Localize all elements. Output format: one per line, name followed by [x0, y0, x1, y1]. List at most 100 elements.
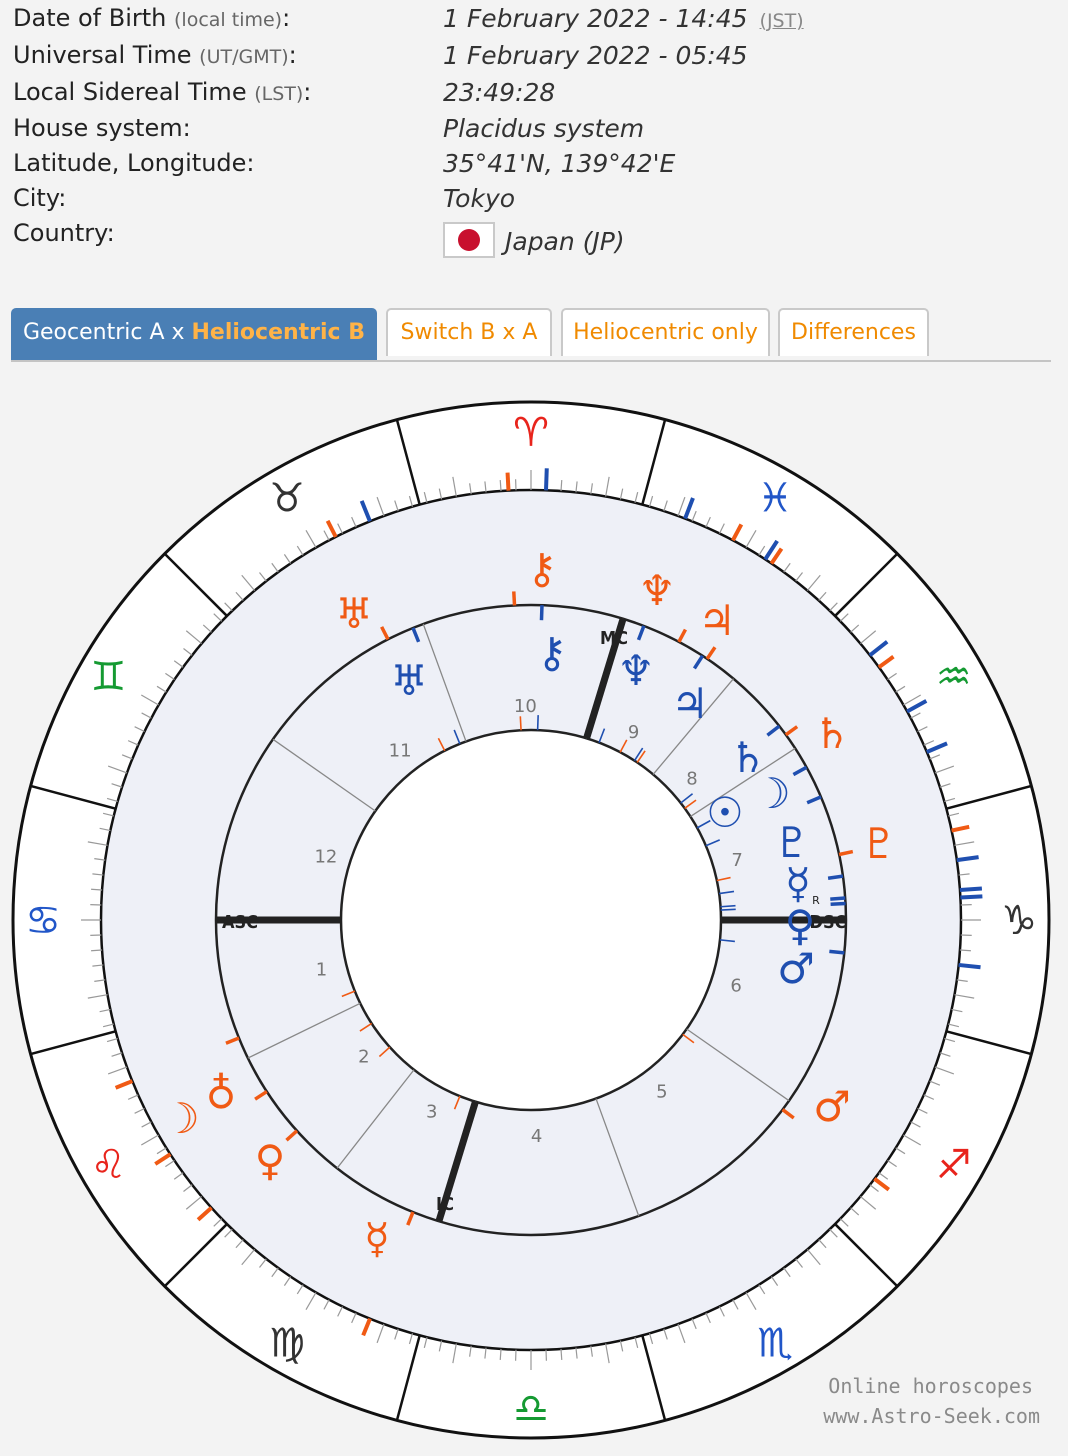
geo-jupiter-icon: ♃	[671, 679, 709, 728]
helio-uranus-icon: ♅	[335, 589, 373, 638]
house-number: 8	[686, 769, 697, 790]
timezone-link[interactable]: (JST)	[760, 10, 804, 32]
tab-switch[interactable]: Switch B x A	[386, 308, 552, 356]
ut-label: Universal Time	[13, 41, 192, 69]
geo-ring-tick	[539, 605, 544, 621]
house-number: 7	[731, 850, 742, 871]
geo-zodiac-tick	[959, 886, 983, 892]
house-number: 12	[314, 846, 337, 867]
geo-ring-tick	[830, 901, 846, 907]
watermark-line1: Online horoscopes	[828, 1374, 1033, 1398]
tab-heliocentric-only[interactable]: Heliocentric only	[561, 308, 770, 356]
latlon-label: Latitude, Longitude:	[13, 149, 255, 177]
house-number: 10	[514, 696, 537, 717]
geo-inner-tick	[536, 715, 539, 731]
geo-inner-tick	[720, 904, 736, 908]
helio-chiron-icon: ⚷	[527, 544, 558, 593]
city-row: City: Tokyo	[13, 184, 1053, 218]
chart-tabs: Geocentric A x Heliocentric B Switch B x…	[11, 308, 1051, 362]
geo-ring-tick	[829, 949, 845, 955]
asc-label: ASC	[222, 912, 258, 933]
dob-row: Date of Birth (local time): 1 February 2…	[13, 4, 804, 33]
lst-value: 23:49:28	[443, 78, 556, 107]
country-label: Country:	[13, 219, 115, 247]
geo-uranus-icon: ♅	[390, 656, 428, 705]
geo-zodiac-tick	[544, 468, 549, 491]
japan-flag-icon	[443, 222, 495, 258]
degree-tick	[560, 480, 563, 492]
helio-inner-tick	[519, 716, 522, 731]
helio-earth-icon: ♁	[206, 1069, 237, 1118]
house-number: 6	[730, 976, 741, 997]
sign-glyph: ♓	[757, 475, 793, 521]
lst-label: Local Sidereal Time	[13, 78, 247, 106]
sign-glyph: ♌	[90, 1142, 126, 1188]
geo-neptune-icon: ♆	[617, 646, 655, 695]
house-number: 1	[316, 959, 327, 980]
country-row: Country: Japan (JP)	[13, 219, 1053, 258]
city-label: City:	[13, 184, 67, 212]
helio-moon-icon: ☽	[162, 1094, 200, 1143]
helio-mars-icon: ♂	[813, 1082, 851, 1131]
sign-glyph: ♐	[936, 1142, 972, 1188]
geo-sun-icon: ☉	[706, 788, 744, 837]
house-value: Placidus system	[443, 114, 645, 143]
geo-ring-tick	[827, 874, 844, 880]
lst-row: Local Sidereal Time (LST): 23:49:28	[13, 78, 556, 107]
sign-glyph: ♑	[1001, 898, 1037, 944]
helio-mercury-icon: ☿	[364, 1214, 390, 1263]
sign-glyph: ♈	[513, 410, 549, 456]
chart-wheel: ♈♓♒♑♐♏♎♍♌♋♊♉ 123456789101112 ASCMCICDSC …	[11, 400, 1051, 1440]
ut-row: Universal Time (UT/GMT): 1 February 2022…	[13, 41, 748, 70]
geo-zodiac-tick	[960, 894, 983, 900]
helio-jupiter-icon: ♃	[698, 596, 736, 645]
sign-glyph: ♎	[513, 1386, 549, 1432]
latlon-value: 35°41'N, 139°42'E	[443, 149, 676, 178]
helio-neptune-icon: ♆	[638, 566, 676, 615]
city-value: Tokyo	[443, 184, 516, 213]
watermark-line2: www.Astro-Seek.com	[823, 1404, 1040, 1428]
retrograde-marker: R	[812, 894, 820, 907]
house-row: House system: Placidus system	[13, 114, 1053, 148]
latlon-row: Latitude, Longitude: 35°41'N, 139°42'E	[13, 149, 1053, 183]
country-value: Japan (JP)	[505, 227, 625, 256]
house-number: 5	[656, 1082, 667, 1103]
ut-value: 1 February 2022 - 05:45	[443, 41, 748, 70]
house-label: House system:	[13, 114, 191, 142]
geo-mars-icon: ♂	[777, 944, 815, 993]
helio-pluto-icon: ♇	[860, 819, 898, 868]
center-circle	[339, 728, 723, 1112]
sign-glyph: ♒	[936, 654, 972, 700]
helio-ring-tick	[512, 591, 517, 606]
tab-geocentric-heliocentric[interactable]: Geocentric A x Heliocentric B	[11, 308, 377, 360]
geo-ring-tick	[830, 896, 846, 901]
dob-value: 1 February 2022 - 14:45	[443, 4, 748, 33]
degree-tick	[499, 480, 502, 492]
sign-glyph: ♉	[269, 475, 305, 521]
geo-inner-tick	[720, 908, 736, 911]
tab-differences[interactable]: Differences	[778, 308, 929, 356]
helio-saturn-icon: ♄	[813, 709, 851, 758]
degree-tick	[91, 949, 103, 952]
geo-moon-icon: ☽	[753, 769, 791, 818]
house-number: 9	[628, 722, 639, 743]
ut-note: (UT/GMT)	[199, 46, 289, 68]
geo-zodiac-tick	[958, 962, 981, 970]
degree-tick	[91, 888, 103, 891]
ic-label: IC	[436, 1194, 454, 1215]
degree-tick	[499, 1348, 502, 1360]
degree-tick	[959, 949, 971, 952]
geo-chiron-icon: ⚷	[537, 628, 568, 677]
geo-venus-icon: ♀	[785, 901, 816, 950]
degree-tick	[560, 1348, 563, 1360]
sign-glyph: ♏	[757, 1321, 793, 1367]
sign-glyph: ♋	[25, 898, 61, 944]
helio-zodiac-tick	[505, 472, 511, 491]
dob-note: (local time)	[174, 9, 283, 31]
house-number: 11	[389, 740, 412, 761]
house-number: 4	[531, 1126, 542, 1147]
lst-note: (LST)	[254, 83, 304, 105]
house-number: 2	[358, 1046, 369, 1067]
sign-glyph: ♊	[90, 654, 126, 700]
sign-glyph: ♍	[269, 1321, 305, 1367]
